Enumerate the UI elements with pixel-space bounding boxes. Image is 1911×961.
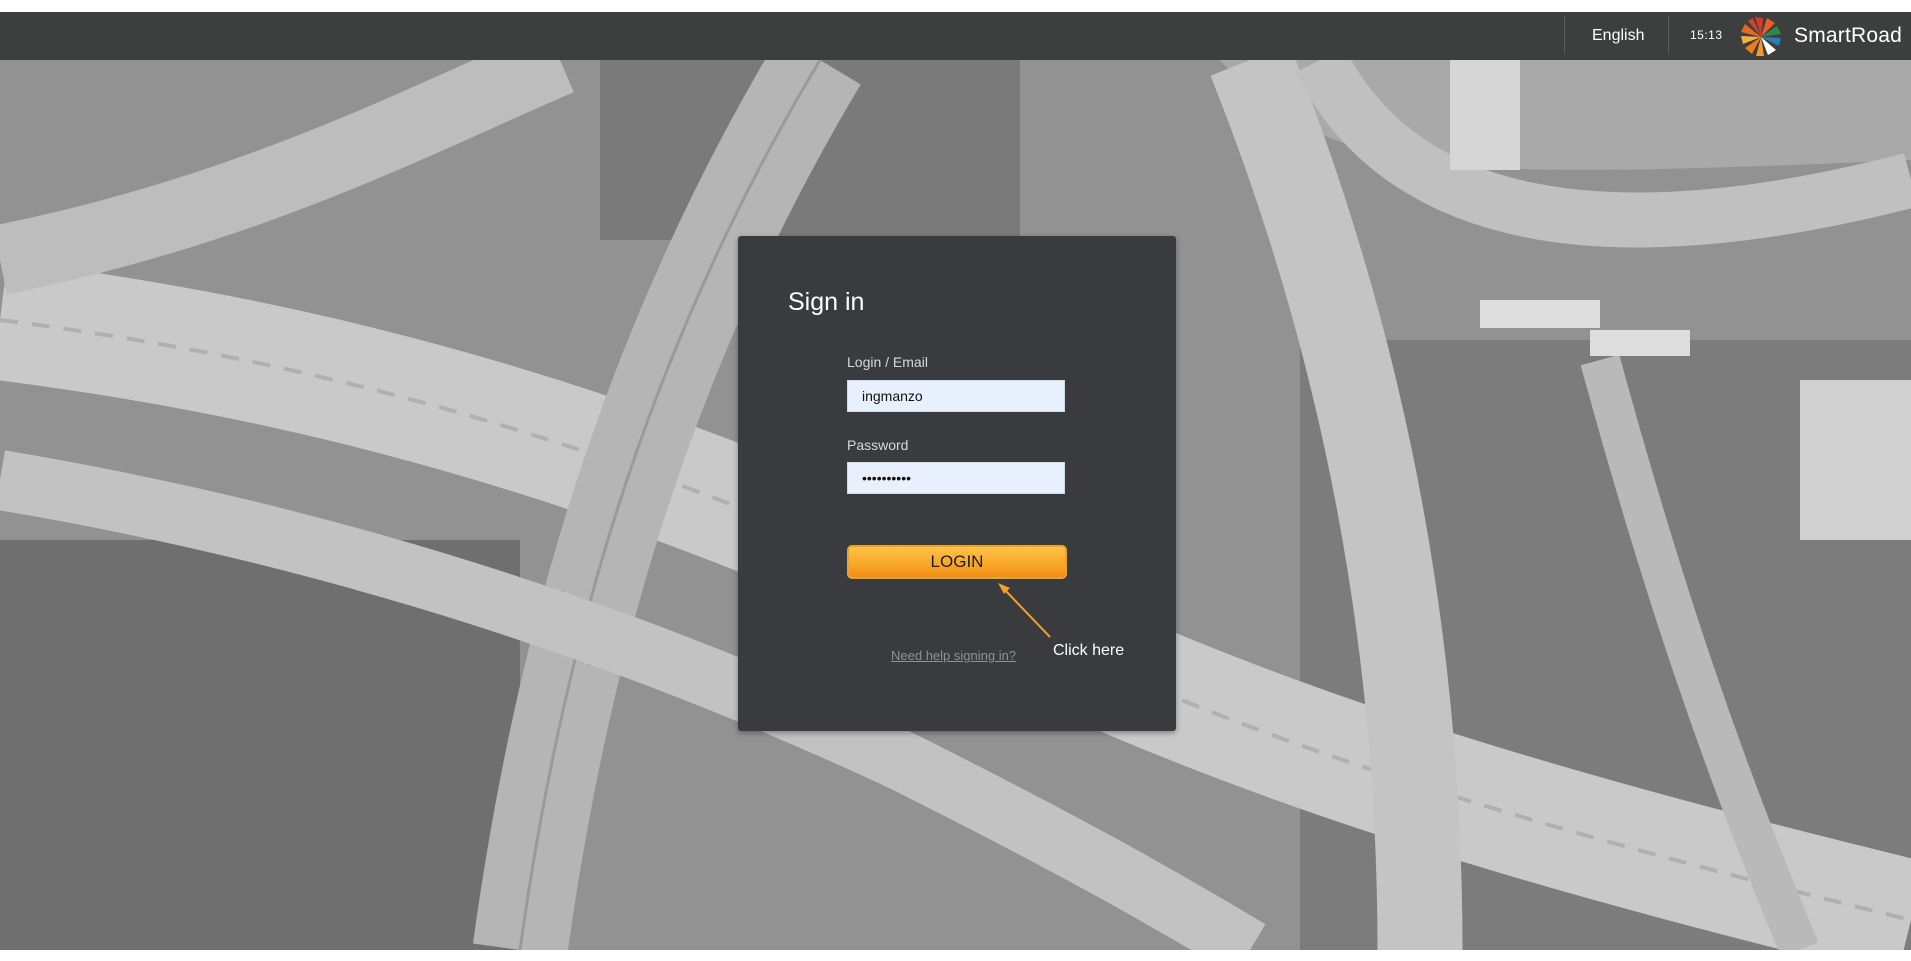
- top-bar: English 15:13 SmartRoad: [0, 12, 1911, 60]
- brand-name: SmartRoad: [1794, 24, 1903, 47]
- brand-logo: SmartRoad: [1738, 14, 1902, 58]
- sign-in-card: Sign in Login / Email Password LOGIN Nee…: [738, 236, 1176, 731]
- login-button[interactable]: LOGIN: [847, 545, 1067, 579]
- clock: 15:13: [1690, 28, 1723, 42]
- topbar-divider: [1668, 16, 1669, 54]
- click-here-annotation: Click here: [1053, 642, 1125, 659]
- smartroad-logo-icon: [1741, 17, 1781, 56]
- login-email-input[interactable]: [847, 380, 1065, 412]
- login-screen: English 15:13 SmartRoad Sign in Login / …: [0, 0, 1911, 961]
- sign-in-title: Sign in: [788, 288, 865, 316]
- login-email-label: Login / Email: [847, 354, 928, 370]
- password-label: Password: [847, 437, 909, 453]
- language-selector[interactable]: English: [1592, 12, 1644, 60]
- need-help-link[interactable]: Need help signing in?: [891, 648, 1016, 663]
- topbar-divider: [1564, 16, 1565, 54]
- password-input[interactable]: [847, 462, 1065, 494]
